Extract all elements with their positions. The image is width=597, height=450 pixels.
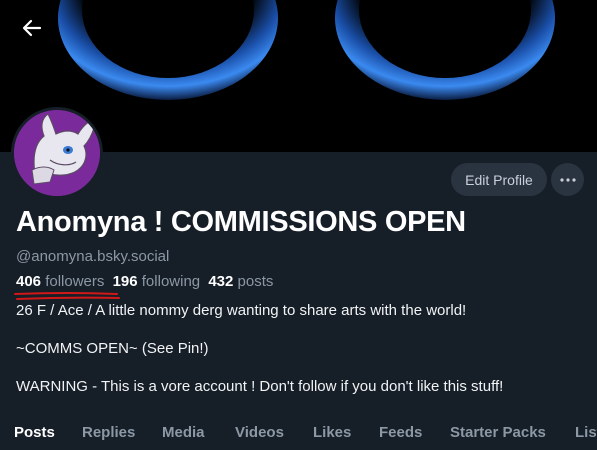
avatar-image <box>14 110 100 196</box>
followers-label: followers <box>45 273 105 290</box>
profile-tabs: Posts Replies Media Videos Likes Feeds S… <box>0 420 597 450</box>
profile-stats: 406 followers 196 following 432 posts <box>16 273 277 290</box>
followers-link[interactable]: 406 followers <box>16 273 104 290</box>
tab-feeds[interactable]: Feeds <box>379 424 422 441</box>
tab-videos[interactable]: Videos <box>235 424 284 441</box>
more-options-button[interactable] <box>551 163 584 196</box>
tab-media[interactable]: Media <box>162 424 205 441</box>
following-count: 196 <box>112 273 138 290</box>
profile-handle: @anomyna.bsky.social <box>16 248 170 265</box>
profile-bio: 26 F / Ace / A little nommy derg wanting… <box>16 301 503 397</box>
posts-label: posts <box>237 273 274 290</box>
avatar[interactable] <box>11 107 103 199</box>
tab-lists[interactable]: Lists <box>575 424 597 441</box>
tab-likes[interactable]: Likes <box>313 424 351 441</box>
edit-profile-button[interactable]: Edit Profile <box>451 163 547 196</box>
edit-profile-label: Edit Profile <box>465 171 533 188</box>
tab-posts[interactable]: Posts <box>14 424 55 441</box>
display-name: Anomyna ! COMMISSIONS OPEN <box>16 206 466 238</box>
bio-line: ~COMMS OPEN~ (See Pin!) <box>16 340 209 357</box>
followers-count: 406 <box>16 273 42 290</box>
bio-line: WARNING - This is a vore account ! Don't… <box>16 378 504 395</box>
following-label: following <box>141 273 201 290</box>
ellipsis-icon <box>559 177 576 182</box>
posts-stat: 432 posts <box>208 273 273 290</box>
back-button[interactable] <box>14 10 50 46</box>
following-link[interactable]: 196 following <box>113 273 201 290</box>
posts-count: 432 <box>208 273 234 290</box>
bio-line: 26 F / Ace / A little nommy derg wanting… <box>16 302 467 319</box>
tab-replies[interactable]: Replies <box>82 424 135 441</box>
arrow-left-icon <box>22 19 42 37</box>
tab-starter-packs[interactable]: Starter Packs <box>450 424 546 441</box>
